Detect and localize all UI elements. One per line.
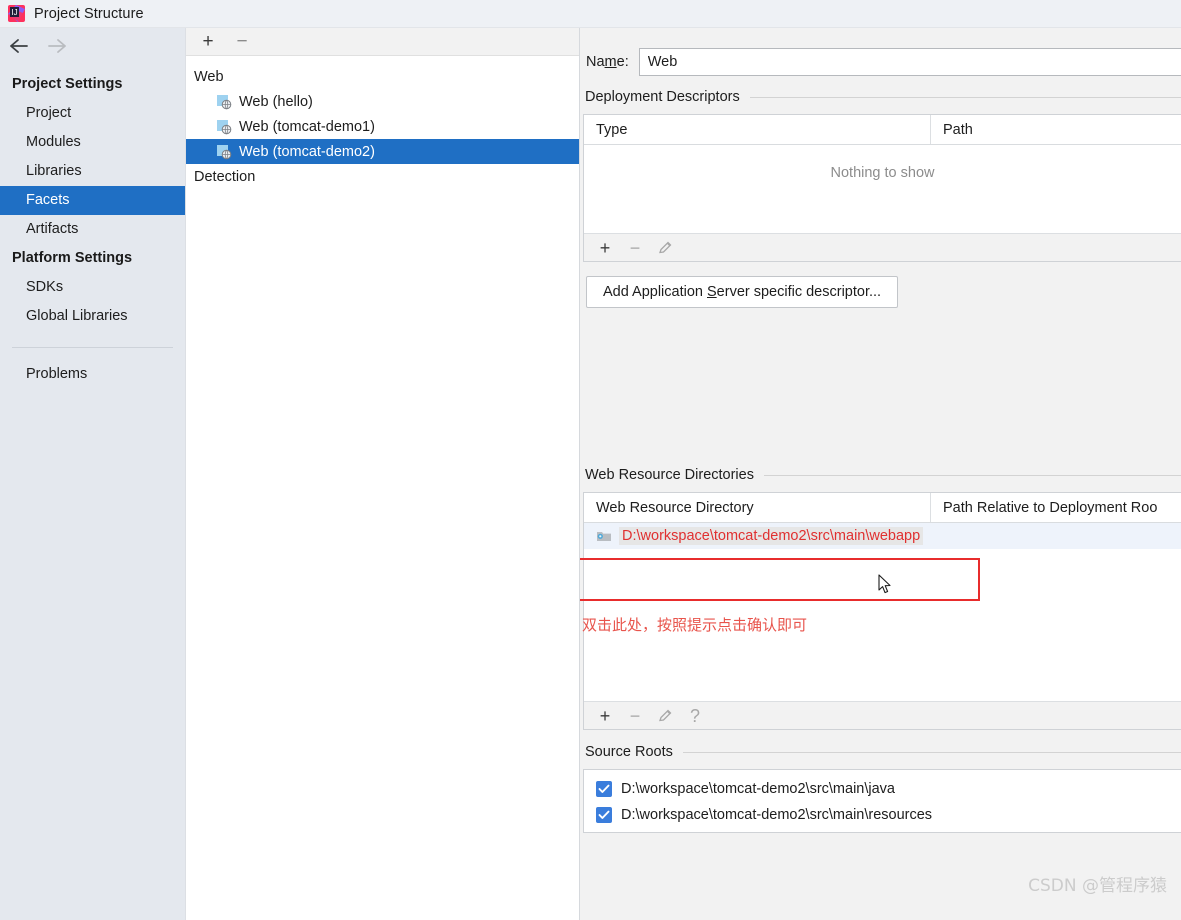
facets-tree-toolbar: + − bbox=[186, 28, 579, 56]
edit-pencil-icon[interactable] bbox=[656, 240, 674, 255]
source-roots-header: Source Roots bbox=[583, 744, 1181, 760]
column-header-type[interactable]: Type bbox=[584, 115, 931, 144]
section-title: Deployment Descriptors bbox=[585, 89, 740, 105]
edit-pencil-icon[interactable] bbox=[656, 708, 674, 723]
column-header-web-resource-directory[interactable]: Web Resource Directory bbox=[584, 493, 931, 522]
source-root-path: D:\workspace\tomcat-demo2\src\main\resou… bbox=[621, 807, 933, 823]
help-icon[interactable]: ? bbox=[686, 707, 704, 725]
tree-row-label: Web (tomcat-demo2) bbox=[239, 143, 375, 160]
mouse-cursor-icon bbox=[878, 574, 894, 596]
add-application-server-descriptor-button[interactable]: Add Application Server specific descript… bbox=[586, 276, 899, 308]
source-roots-list: D:\workspace\tomcat-demo2\src\main\java … bbox=[583, 769, 1181, 833]
deployment-descriptors-table: Type Path Nothing to show + − bbox=[583, 114, 1181, 262]
name-mnemonic: m bbox=[604, 54, 617, 70]
table-row[interactable]: D:\workspace\tomcat-demo2\src\main\webap… bbox=[584, 523, 1181, 549]
tree-row-web-tomcat-demo1[interactable]: Web (tomcat-demo1) bbox=[186, 114, 579, 139]
annotation-instruction-text: 双击此处，按照提示点击确认即可 bbox=[582, 616, 808, 634]
sidebar-item-libraries[interactable]: Libraries bbox=[0, 157, 185, 186]
sidebar-item-problems[interactable]: Problems bbox=[0, 360, 185, 389]
web-facet-icon bbox=[216, 144, 232, 160]
tree-row-label: Web (tomcat-demo1) bbox=[239, 118, 375, 135]
csdn-watermark: CSDN @管程序猿 bbox=[1028, 876, 1167, 896]
facets-tree: Web Web (hello) Web (tomcat-demo1) Web (… bbox=[186, 56, 579, 920]
tree-row-label: Web (hello) bbox=[239, 93, 313, 110]
section-title: Source Roots bbox=[585, 744, 673, 760]
remove-facet-button[interactable]: − bbox=[230, 31, 254, 53]
intellij-idea-icon: IJ bbox=[8, 5, 25, 22]
sidebar-group-platform-settings: Platform Settings bbox=[12, 250, 133, 266]
sidebar-item-facets[interactable]: Facets bbox=[0, 186, 185, 215]
table-header-row: Type Path bbox=[584, 115, 1181, 145]
tree-row-label: Detection bbox=[194, 168, 256, 185]
svg-text:IJ: IJ bbox=[11, 8, 17, 17]
add-facet-button[interactable]: + bbox=[196, 31, 220, 53]
deployment-descriptors-toolbar: + − bbox=[584, 233, 1181, 261]
facet-name-row: Name: bbox=[583, 28, 1181, 78]
section-rule bbox=[682, 751, 1181, 753]
column-header-path[interactable]: Path bbox=[931, 115, 1181, 144]
sidebar-item-sdks[interactable]: SDKs bbox=[0, 273, 185, 302]
column-header-path-relative-to-deployment-root[interactable]: Path Relative to Deployment Roo bbox=[931, 493, 1181, 522]
list-item[interactable]: D:\workspace\tomcat-demo2\src\main\resou… bbox=[584, 802, 1181, 828]
facet-detail-pane: Name: Deployment Descriptors Type Path N… bbox=[580, 28, 1181, 920]
table-empty-message: Nothing to show bbox=[830, 165, 935, 181]
window-titlebar: IJ Project Structure bbox=[0, 0, 1181, 28]
arrow-left-icon[interactable] bbox=[8, 35, 30, 57]
tree-row-web-tomcat-demo2[interactable]: Web (tomcat-demo2) bbox=[186, 139, 579, 164]
web-resource-directories-toolbar: + − ? bbox=[584, 701, 1181, 729]
web-resource-directory-path: D:\workspace\tomcat-demo2\src\main\webap… bbox=[619, 527, 924, 545]
sidebar-item-project[interactable]: Project bbox=[0, 99, 185, 128]
web-facet-icon bbox=[216, 94, 232, 110]
remove-icon[interactable]: − bbox=[626, 707, 644, 725]
window-title: Project Structure bbox=[34, 5, 144, 22]
add-icon[interactable]: + bbox=[596, 239, 614, 257]
sidebar-group-project-settings: Project Settings bbox=[12, 76, 123, 92]
web-resource-directories-header: Web Resource Directories bbox=[583, 467, 1181, 483]
tree-row-label: Web bbox=[194, 68, 224, 85]
button-mnemonic: S bbox=[707, 284, 717, 300]
sidebar-items: Project Settings Project Modules Librari… bbox=[0, 64, 185, 389]
detail-spacer bbox=[583, 308, 1181, 456]
sidebar-item-artifacts[interactable]: Artifacts bbox=[0, 215, 185, 244]
add-app-server-descriptor-row: Add Application Server specific descript… bbox=[583, 276, 1181, 308]
web-facet-icon bbox=[216, 119, 232, 135]
settings-sidebar: Project Settings Project Modules Librari… bbox=[0, 28, 186, 920]
tree-row-web-hello[interactable]: Web (hello) bbox=[186, 89, 579, 114]
sidebar-nav-bar bbox=[0, 28, 185, 64]
facet-name-label: Name: bbox=[586, 54, 629, 70]
section-rule bbox=[749, 96, 1181, 98]
list-item[interactable]: D:\workspace\tomcat-demo2\src\main\java bbox=[584, 776, 1181, 802]
sidebar-divider bbox=[12, 347, 173, 348]
section-rule bbox=[763, 474, 1181, 476]
section-title: Web Resource Directories bbox=[585, 467, 754, 483]
table-header-row: Web Resource Directory Path Relative to … bbox=[584, 493, 1181, 523]
remove-icon[interactable]: − bbox=[626, 239, 644, 257]
source-root-path: D:\workspace\tomcat-demo2\src\main\java bbox=[621, 781, 895, 797]
facet-name-input[interactable] bbox=[638, 48, 1181, 76]
sidebar-item-modules[interactable]: Modules bbox=[0, 128, 185, 157]
checkbox-checked-icon[interactable] bbox=[596, 807, 612, 823]
add-icon[interactable]: + bbox=[596, 707, 614, 725]
dialog-body: Project Settings Project Modules Librari… bbox=[0, 28, 1181, 920]
folder-icon bbox=[596, 528, 612, 544]
sidebar-item-global-libraries[interactable]: Global Libraries bbox=[0, 302, 185, 331]
web-resource-directories-table: Web Resource Directory Path Relative to … bbox=[583, 492, 1181, 730]
tree-row-detection[interactable]: Detection bbox=[186, 164, 579, 189]
arrow-right-icon[interactable] bbox=[46, 35, 68, 57]
facets-tree-pane: + − Web Web (hello) Web (tomcat-demo1) W… bbox=[186, 28, 580, 920]
deployment-descriptors-header: Deployment Descriptors bbox=[583, 89, 1181, 105]
checkbox-checked-icon[interactable] bbox=[596, 781, 612, 797]
tree-row-web-group[interactable]: Web bbox=[186, 64, 579, 89]
